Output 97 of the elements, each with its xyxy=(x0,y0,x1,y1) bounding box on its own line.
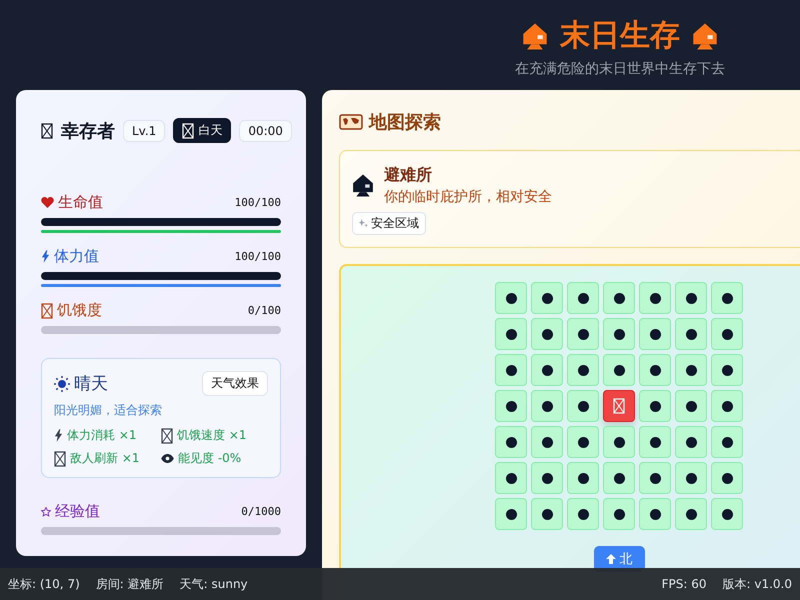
crossed-box-icon xyxy=(41,122,53,138)
map-title: 地图探索 xyxy=(369,111,441,134)
stat-reading: 0/100 xyxy=(248,304,281,317)
map-cell[interactable] xyxy=(531,498,563,530)
map-cell[interactable] xyxy=(639,498,671,530)
map-cell[interactable] xyxy=(495,318,527,350)
time-badge: 00:00 xyxy=(239,120,292,142)
stat-label: 生命值 xyxy=(58,193,103,212)
map-icon xyxy=(339,114,363,130)
map-cell[interactable] xyxy=(711,354,743,386)
map-cell[interactable] xyxy=(603,354,635,386)
heart-icon xyxy=(41,197,54,208)
map-cell[interactable] xyxy=(711,282,743,314)
map-cell[interactable] xyxy=(531,426,563,458)
map-cell[interactable] xyxy=(675,426,707,458)
map-cell[interactable] xyxy=(603,426,635,458)
map-cell[interactable] xyxy=(639,282,671,314)
map-cell[interactable] xyxy=(567,318,599,350)
map-cell[interactable] xyxy=(603,318,635,350)
map-cell[interactable] xyxy=(495,426,527,458)
map-cell[interactable] xyxy=(603,498,635,530)
status-text: 版本: v1.0.0 xyxy=(722,576,792,592)
crossed-box-icon xyxy=(54,450,66,466)
lightning-icon xyxy=(54,429,63,442)
sparkle-icon xyxy=(359,219,368,228)
map-cell[interactable] xyxy=(675,318,707,350)
star-icon xyxy=(41,506,51,516)
weather-effect: 体力消耗 ×1 xyxy=(67,427,137,444)
day-badge: 白天 xyxy=(173,118,232,143)
map-cell[interactable] xyxy=(495,282,527,314)
status-text: 房间: 避难所 xyxy=(96,576,164,592)
map-cell[interactable] xyxy=(639,390,671,422)
app-subtitle: 在充满危险的末日世界中生存下去 xyxy=(515,60,725,78)
map-cell[interactable] xyxy=(567,354,599,386)
map-cell[interactable] xyxy=(495,354,527,386)
lightning-icon xyxy=(41,250,50,263)
crossed-box-icon xyxy=(182,122,194,138)
stat-label: 经验值 xyxy=(55,502,100,521)
map-cell[interactable] xyxy=(531,462,563,494)
crossed-box-icon xyxy=(613,398,625,414)
sun-icon xyxy=(54,376,70,392)
map-cell[interactable] xyxy=(531,318,563,350)
room-description: 你的临时庇护所，相对安全 xyxy=(384,188,552,206)
warning-house-icon xyxy=(522,22,548,50)
stat-label: 饥饿度 xyxy=(57,301,102,320)
map-cell[interactable] xyxy=(531,390,563,422)
weather-name: 晴天 xyxy=(74,373,108,395)
status-text: 坐标: (10, 7) xyxy=(8,576,80,592)
status-text: 天气: sunny xyxy=(180,576,248,592)
room-name: 避难所 xyxy=(384,165,433,186)
weather-effect: 敌人刷新 ×1 xyxy=(70,450,140,467)
crossed-box-icon xyxy=(41,302,53,318)
map-cell[interactable] xyxy=(603,462,635,494)
map-cell[interactable] xyxy=(675,354,707,386)
map-cell[interactable] xyxy=(567,462,599,494)
room-tag: 安全区域 xyxy=(352,212,426,235)
map-cell[interactable] xyxy=(711,498,743,530)
map-cell[interactable] xyxy=(603,282,635,314)
map-cell[interactable] xyxy=(639,354,671,386)
map-cell[interactable] xyxy=(639,426,671,458)
map-cell[interactable] xyxy=(675,462,707,494)
weather-effects-button[interactable]: 天气效果 xyxy=(202,371,268,396)
map-cell[interactable] xyxy=(495,498,527,530)
status-text: FPS: 60 xyxy=(662,577,706,591)
up-arrow-icon xyxy=(606,554,616,564)
map-cell[interactable] xyxy=(495,390,527,422)
stat-label: 体力值 xyxy=(54,247,99,266)
map-cell[interactable] xyxy=(639,462,671,494)
player-cell[interactable] xyxy=(603,390,635,422)
map-cell[interactable] xyxy=(531,354,563,386)
map-cell[interactable] xyxy=(711,426,743,458)
map-cell[interactable] xyxy=(675,282,707,314)
map-cell[interactable] xyxy=(567,426,599,458)
level-badge: Lv.1 xyxy=(123,120,166,142)
map-cell[interactable] xyxy=(567,282,599,314)
map-cell[interactable] xyxy=(711,462,743,494)
warning-house-icon xyxy=(692,22,718,50)
map-cell[interactable] xyxy=(567,390,599,422)
weather-effect: 饥饿速度 ×1 xyxy=(177,427,247,444)
player-name: 幸存者 xyxy=(61,120,115,142)
house-icon xyxy=(352,173,374,198)
map-cell[interactable] xyxy=(711,390,743,422)
map-cell[interactable] xyxy=(531,282,563,314)
map-cell[interactable] xyxy=(567,498,599,530)
stat-reading: 100/100 xyxy=(234,196,281,209)
weather-description: 阳光明媚，适合探索 xyxy=(54,402,163,419)
map-cell[interactable] xyxy=(675,390,707,422)
map-cell[interactable] xyxy=(675,498,707,530)
stat-reading: 0/1000 xyxy=(241,505,281,518)
map-cell[interactable] xyxy=(639,318,671,350)
crossed-box-icon xyxy=(161,428,173,444)
app-title: 末日生存 xyxy=(560,17,680,55)
map-cell[interactable] xyxy=(711,318,743,350)
weather-effect: 能见度 -0% xyxy=(178,450,242,467)
stat-reading: 100/100 xyxy=(234,250,281,263)
eye-icon xyxy=(161,454,174,463)
map-cell[interactable] xyxy=(495,462,527,494)
